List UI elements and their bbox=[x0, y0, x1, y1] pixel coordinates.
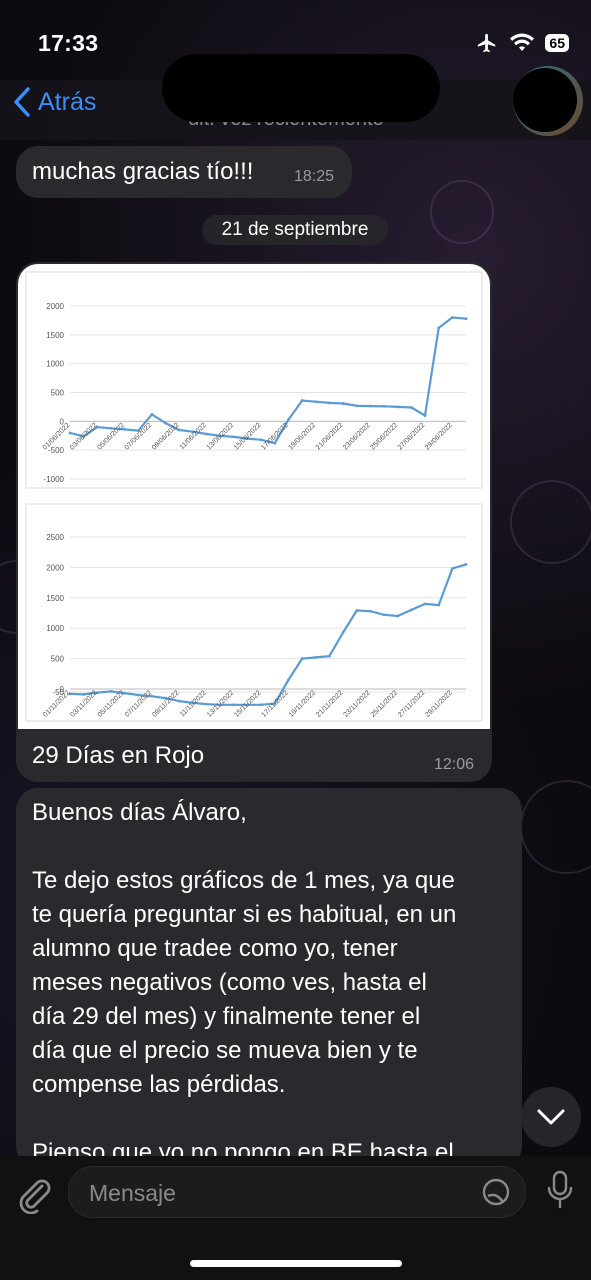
back-label: Atrás bbox=[38, 87, 97, 116]
battery-icon: 65 bbox=[545, 34, 569, 52]
wifi-icon bbox=[510, 33, 535, 51]
data-point bbox=[287, 418, 290, 422]
sticker-icon[interactable] bbox=[481, 1177, 511, 1207]
data-point bbox=[382, 613, 386, 617]
microphone-icon[interactable] bbox=[545, 1170, 575, 1210]
chevron-left-icon bbox=[14, 87, 30, 117]
data-point bbox=[109, 426, 113, 430]
data-point bbox=[259, 438, 263, 442]
y-tick-label: 1500 bbox=[46, 594, 64, 603]
photo-message-bubble[interactable]: 2000 1500 1000 500 0 -500 -1000 01/06/2022 03/06… bbox=[16, 262, 492, 782]
message-text: muchas gracias tío!!! bbox=[32, 158, 254, 185]
message-text-line: te quería preguntar si es habitual, en u… bbox=[32, 901, 457, 928]
y-tick-label: 1000 bbox=[46, 624, 64, 633]
data-point bbox=[136, 693, 140, 697]
message-time: 12:06 bbox=[433, 756, 474, 773]
data-point bbox=[68, 431, 72, 435]
y-tick-label: 500 bbox=[51, 389, 65, 398]
data-point bbox=[464, 317, 468, 321]
message-bubble[interactable]: muchas gracias tío!!! 18:25 bbox=[16, 146, 352, 198]
data-point bbox=[450, 567, 454, 571]
y-tick-label: 2000 bbox=[46, 563, 64, 572]
data-point bbox=[150, 413, 154, 416]
y-tick-label: 2500 bbox=[46, 533, 64, 542]
message-text-line: día 29 del mes) y finalmente tener el bbox=[32, 1003, 421, 1030]
data-point bbox=[109, 689, 113, 693]
avatar[interactable] bbox=[513, 68, 577, 132]
y-tick-label: -1000 bbox=[44, 475, 65, 484]
chart-frame bbox=[25, 271, 483, 489]
data-point bbox=[409, 406, 413, 409]
chevron-down-icon bbox=[537, 1109, 565, 1125]
data-point bbox=[409, 608, 413, 612]
data-point bbox=[287, 678, 290, 682]
chart-image[interactable]: 2000 1500 1000 500 0 -500 -1000 01/06/2022 03/06… bbox=[18, 264, 490, 729]
data-point bbox=[232, 703, 236, 707]
data-point bbox=[396, 614, 400, 618]
back-button[interactable]: Atrás bbox=[12, 86, 96, 118]
message-text-line: meses negativos (como ves, hasta el bbox=[32, 969, 427, 996]
data-point bbox=[300, 399, 304, 402]
photo-caption: 29 Días en Rojo bbox=[32, 742, 205, 769]
date-separator: 21 de septiembre bbox=[202, 215, 388, 245]
message-text-line: alumno que tradee como yo, tener bbox=[32, 935, 398, 962]
data-point bbox=[355, 404, 359, 408]
data-point bbox=[450, 316, 454, 319]
data-point bbox=[437, 326, 441, 330]
data-point bbox=[177, 699, 181, 703]
y-tick-label: 1500 bbox=[46, 331, 64, 340]
data-point bbox=[369, 404, 372, 408]
data-point bbox=[423, 602, 427, 606]
data-point bbox=[423, 414, 427, 417]
data-point bbox=[164, 421, 167, 425]
message-text-line: día que el precio se mueva bien y te bbox=[32, 1037, 418, 1064]
y-tick-label: 1000 bbox=[46, 360, 64, 369]
message-time: 18:25 bbox=[293, 168, 334, 185]
data-point bbox=[355, 609, 359, 612]
paperclip-icon[interactable] bbox=[14, 1174, 54, 1214]
data-point bbox=[328, 654, 331, 658]
message-field[interactable] bbox=[68, 1166, 526, 1219]
data-point bbox=[328, 401, 331, 405]
data-point bbox=[437, 603, 441, 607]
home-indicator bbox=[190, 1260, 402, 1267]
data-point bbox=[232, 435, 236, 439]
status-time: 17:33 bbox=[38, 30, 99, 56]
data-point bbox=[382, 404, 386, 408]
message-text-line: Buenos días Álvaro, bbox=[32, 799, 247, 826]
data-point bbox=[314, 400, 318, 404]
airplane-icon bbox=[478, 33, 496, 53]
data-point bbox=[300, 657, 304, 660]
message-text-line: compense las pérdidas. bbox=[32, 1071, 286, 1098]
scroll-to-bottom-button[interactable] bbox=[521, 1087, 581, 1147]
data-point bbox=[396, 405, 400, 409]
message-bubble[interactable]: Buenos días Álvaro, Te dejo estos gráfico… bbox=[16, 788, 522, 1168]
y-tick-label: 2000 bbox=[46, 302, 64, 311]
chart-november: 25002000150010005000-5001/11/202203/11/2… bbox=[25, 503, 483, 722]
data-point bbox=[464, 562, 468, 566]
data-point bbox=[205, 702, 208, 706]
message-input[interactable] bbox=[87, 1167, 471, 1219]
data-point bbox=[82, 693, 86, 696]
chart-june: 2000150010005000-500-100001/06/202203/06… bbox=[25, 271, 483, 489]
data-point bbox=[369, 609, 372, 613]
data-point bbox=[341, 631, 345, 634]
y-tick-label: 500 bbox=[51, 655, 65, 664]
data-point bbox=[314, 655, 318, 659]
data-point bbox=[259, 703, 263, 707]
redacted-contact-name[interactable] bbox=[162, 54, 440, 122]
chat-header: Atrás últ. vez recientemente bbox=[0, 54, 591, 140]
data-point bbox=[341, 402, 345, 405]
message-text-line: Te dejo estos gráficos de 1 mes, ya que bbox=[32, 867, 455, 894]
data-point bbox=[205, 432, 208, 436]
